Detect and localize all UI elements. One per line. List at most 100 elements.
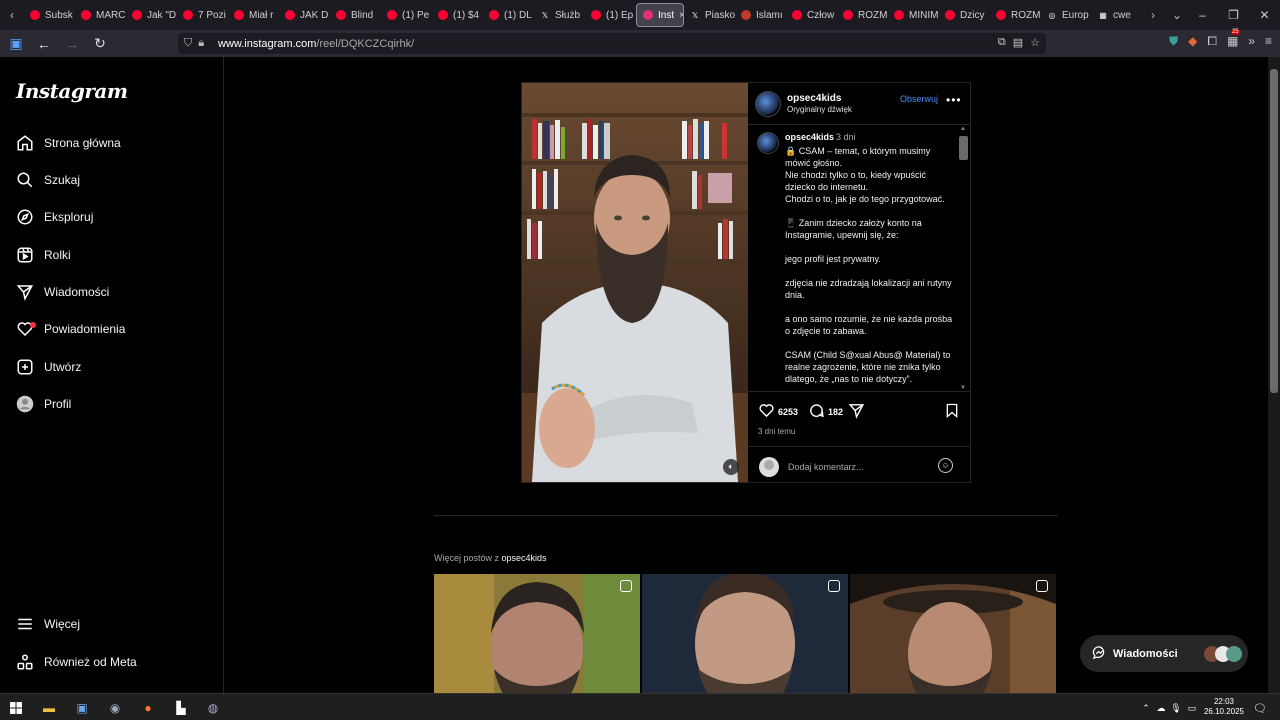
page-scrollbar[interactable] [1268,57,1280,693]
sidebar-toggle-icon[interactable]: ▣ [4,32,28,56]
comment-button[interactable]: 182 [808,402,843,421]
back-icon[interactable]: ← [32,32,56,56]
windows-start-icon[interactable] [6,698,26,718]
save-button[interactable] [944,402,960,421]
reader-view-icon[interactable]: ▤ [1013,36,1023,49]
share-button[interactable] [848,402,865,421]
sidebar-item-notifications[interactable]: Powiadomienia [16,315,125,343]
notion-icon[interactable]: ▙ [171,698,191,718]
browser-tab[interactable]: Dzicy [939,3,990,27]
sidebar-item-explore[interactable]: Eksploruj [16,203,93,231]
browser-tab[interactable]: 𝕏 Piasko [684,3,735,27]
caption-scroll-thumb[interactable] [959,136,968,160]
browser-tab[interactable]: Blind [330,3,381,27]
reel-badge-icon [828,580,840,592]
tab-scroll-right-icon[interactable]: › [1141,3,1165,27]
hamburger-icon [16,615,34,633]
browser-tab[interactable]: (1) DL [483,3,534,27]
sidebar-item-reels[interactable]: Rolki [16,241,71,269]
bookmark-star-icon[interactable]: ☆ [1030,36,1040,49]
sidebar-item-create[interactable]: Utwórz [16,353,81,381]
emoji-icon[interactable]: ☺ [938,458,953,473]
overflow-chevrons-icon[interactable]: » [1248,34,1255,49]
tab-list-chevron-icon[interactable]: ⌄ [1165,3,1189,27]
shield-icon[interactable]: ⛉ [184,37,192,50]
lock-icon[interactable]: 🔒︎ [198,37,204,50]
network-icon[interactable]: ▭ [1182,698,1202,718]
menu-hamburger-icon[interactable]: ≡ [1265,34,1272,49]
extension-badge-count: 25 [1230,29,1240,35]
browser-tab[interactable]: (1) Ep [585,3,636,27]
caption-spacer [785,241,953,253]
page-scroll-thumb[interactable] [1270,69,1278,393]
browser-tab[interactable]: ROZM [990,3,1041,27]
browser-tab[interactable]: Inst× [636,3,684,27]
firefox-icon[interactable]: ● [138,698,158,718]
sidebar-item-meta[interactable]: Również od Meta [16,648,137,676]
extension-shield-icon[interactable]: ⛊ [1169,34,1178,49]
browser-tab[interactable]: ◎ Europ [1041,3,1092,27]
post-thumbnail[interactable] [850,574,1056,693]
caption-username-text[interactable]: opsec4kids [785,132,834,142]
sidebar-item-search[interactable]: Szukaj [16,166,80,194]
instagram-logo[interactable]: Instagram [16,79,128,103]
browser-tab[interactable]: MARC [75,3,126,27]
browser-tab[interactable]: JAK D [279,3,330,27]
sidebar-item-profile[interactable]: Profil [16,390,71,418]
messages-floating-button[interactable]: Wiadomości [1080,635,1248,672]
browser-tab[interactable]: Człow [786,3,837,27]
browser-tab[interactable]: ROZM [837,3,888,27]
close-window-icon[interactable]: ✕ [1249,0,1280,30]
post-thumbnail[interactable] [434,574,640,693]
extensions-puzzle-icon[interactable]: ⧠ [1207,34,1217,49]
tab-label: Blind [351,9,374,21]
browser-tab[interactable]: Subsk [24,3,75,27]
browser-tab[interactable]: Miał r [228,3,279,27]
browser-tab[interactable]: Islamı [735,3,786,27]
notification-center-icon[interactable]: 🗨︎ [1250,698,1270,718]
caption-text: 🔒 CSAM – temat, o którym musimy mówić gł… [785,145,953,385]
follow-button[interactable]: Obserwuj [900,94,938,104]
extension-fox-icon[interactable]: ◆ [1188,34,1197,49]
browser-tab[interactable]: 7 Pozi [177,3,228,27]
scroll-up-icon[interactable]: ▲ [960,126,966,132]
sidebar-item-home[interactable]: Strona główna [16,129,121,157]
sidebar-item-messages[interactable]: Wiadomości [16,278,109,306]
caption-username[interactable]: opsec4kids [785,132,834,142]
like-count: 6253 [778,406,799,417]
picture-in-picture-icon[interactable]: ⧉ [998,36,1006,49]
url-bar[interactable]: ⛉ 🔒︎ www.instagram.com/reel/DQKCZCqirhk/ … [178,33,1046,54]
like-button[interactable]: 6253 [758,402,798,421]
app-icon[interactable]: ◍ [203,698,223,718]
author-avatar[interactable] [755,91,781,117]
minimize-icon[interactable]: – [1187,0,1218,30]
browser-tab[interactable]: ▦ cwe [1092,3,1143,27]
audio-label[interactable]: Oryginalny dźwięk [787,105,852,114]
browser-tab[interactable]: (1) Pe [381,3,432,27]
reload-icon[interactable]: ↻ [88,32,112,56]
file-explorer-icon[interactable]: ▬ [39,698,59,718]
caption-scrollbar[interactable]: ▲ ▼ [957,126,969,391]
more-posts-user[interactable]: opsec4kids [502,553,547,563]
steam-icon[interactable]: ◉ [105,698,125,718]
caption-avatar[interactable] [757,132,779,154]
tab-label: ROZM [858,9,888,21]
share-icon [848,402,865,421]
browser-tab[interactable]: (1) $4 [432,3,483,27]
forward-icon[interactable]: → [60,32,84,56]
tab-scroll-left-icon[interactable]: ‹ [0,3,24,27]
reel-video[interactable]: 🔈︎ [522,83,748,482]
browser-tab[interactable]: MINIM [888,3,939,27]
more-options-icon[interactable]: ••• [946,93,962,107]
system-clock[interactable]: 22:03 26.10.2025 [1204,697,1244,717]
comment-input[interactable]: Dodaj komentarz... [788,462,864,472]
mute-toggle-icon[interactable]: 🔈︎ [723,459,739,475]
extension-badge-icon[interactable]: ▦ 25 [1227,29,1240,49]
sidebar-item-more[interactable]: Więcej [16,610,80,638]
post-thumbnail[interactable] [642,574,848,693]
computer-icon[interactable]: ▣ [72,698,92,718]
restore-icon[interactable]: ❐ [1218,0,1249,30]
browser-tab[interactable]: 𝕏 Służb [534,3,585,27]
author-username[interactable]: opsec4kids [787,93,841,104]
browser-tab[interactable]: Jak "D [126,3,177,27]
